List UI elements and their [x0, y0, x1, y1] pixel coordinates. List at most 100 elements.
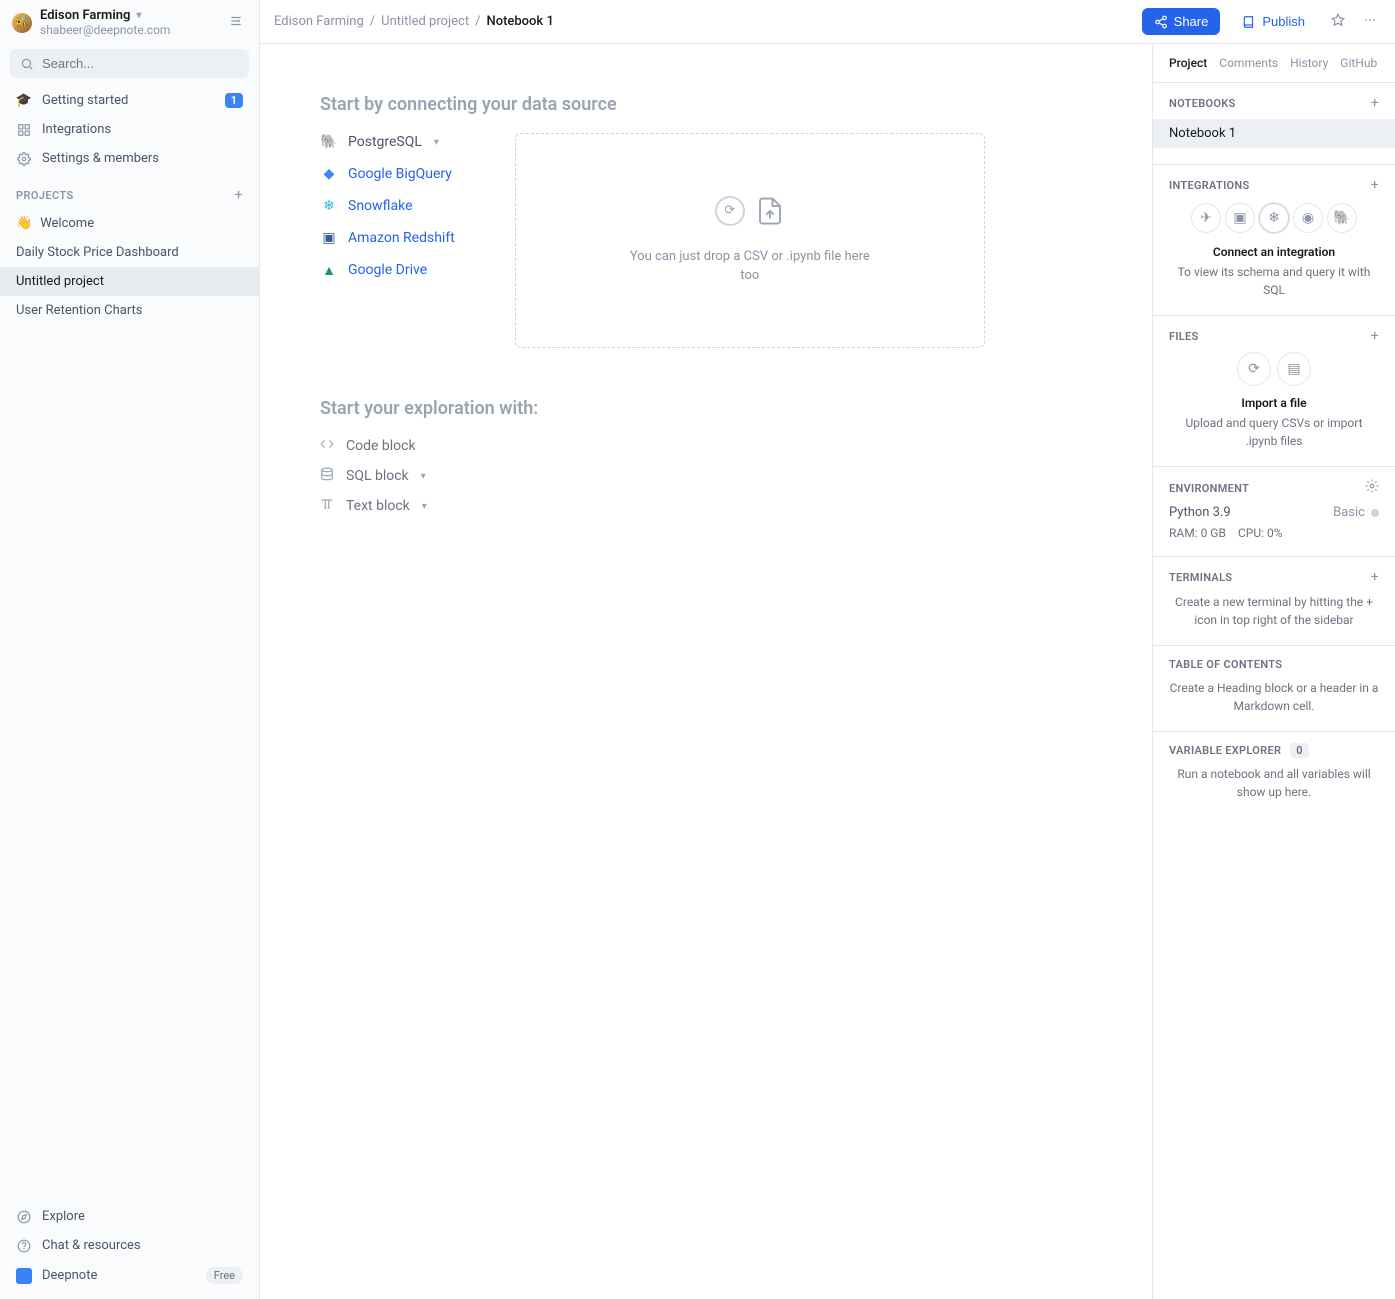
project-label: User Retention Charts: [16, 303, 143, 318]
right-sidebar: Project Comments History GitHub NOTEBOOK…: [1152, 44, 1395, 1299]
csv-file-icon[interactable]: ▤: [1277, 352, 1311, 386]
star-icon: [1331, 13, 1345, 27]
footer-label: Chat & resources: [42, 1238, 141, 1253]
search-icon: [20, 57, 34, 71]
tab-github[interactable]: GitHub: [1340, 56, 1377, 70]
panel-notebooks: NOTEBOOKS + Notebook 1: [1153, 83, 1395, 165]
integration-icon[interactable]: ◉: [1293, 203, 1323, 233]
tab-comments[interactable]: Comments: [1219, 56, 1278, 70]
publish-button[interactable]: Publish: [1230, 8, 1317, 35]
integration-icon[interactable]: ❄: [1259, 203, 1289, 233]
canvas: Start by connecting your data source 🐘 P…: [260, 44, 1152, 1299]
panel-title: NOTEBOOKS: [1169, 97, 1236, 110]
more-button[interactable]: [1359, 9, 1381, 35]
compass-icon: [16, 1210, 32, 1224]
chevron-down-icon: ▾: [421, 471, 426, 482]
topbar: Edison Farming / Untitled project / Note…: [260, 0, 1395, 44]
nav-integrations[interactable]: Integrations: [0, 115, 259, 144]
project-item-retention[interactable]: User Retention Charts: [0, 296, 259, 325]
panel-title: TABLE OF CONTENTS: [1169, 658, 1282, 671]
chevron-down-icon: ▾: [422, 501, 427, 512]
breadcrumb-notebook[interactable]: Notebook 1: [486, 14, 553, 29]
collapse-sidebar-button[interactable]: [225, 10, 247, 36]
file-upload-icon: [755, 196, 785, 233]
breadcrumb-project[interactable]: Untitled project: [381, 14, 469, 29]
breadcrumb: Edison Farming / Untitled project / Note…: [274, 14, 554, 29]
breadcrumb-workspace[interactable]: Edison Farming: [274, 14, 364, 29]
footer-explore[interactable]: Explore: [0, 1202, 259, 1231]
panel-files: FILES + ⟳ ▤ Import a file Upload and que…: [1153, 316, 1395, 467]
vars-count-badge: 0: [1290, 743, 1309, 758]
graduation-cap-icon: 🎓: [16, 93, 32, 108]
panel-title: TERMINALS: [1169, 571, 1232, 584]
footer-chat[interactable]: Chat & resources: [0, 1231, 259, 1260]
integration-icon[interactable]: 🐘: [1327, 203, 1357, 233]
panel-title: ENVIRONMENT: [1169, 482, 1249, 495]
panel-title: FILES: [1169, 330, 1199, 343]
add-notebook-button[interactable]: +: [1371, 95, 1379, 111]
datasource-bigquery[interactable]: ◆ Google BigQuery: [320, 165, 455, 183]
book-icon: [1242, 15, 1256, 29]
nav-settings[interactable]: Settings & members: [0, 144, 259, 173]
env-python: Python 3.9: [1169, 505, 1231, 520]
jupyter-file-icon[interactable]: ⟳: [1237, 352, 1271, 386]
dots-icon: [1363, 13, 1377, 27]
datasource-snowflake[interactable]: ❄ Snowflake: [320, 197, 455, 215]
snowflake-icon: ❄: [320, 197, 338, 215]
share-button[interactable]: Share: [1142, 8, 1221, 35]
integration-icon[interactable]: ▣: [1225, 203, 1255, 233]
explore-heading: Start your exploration with:: [320, 398, 1092, 419]
database-icon: [320, 467, 336, 485]
panel-variables: VARIABLE EXPLORER 0 Run a notebook and a…: [1153, 732, 1395, 817]
chevron-down-icon: ▾: [136, 10, 141, 21]
env-settings-button[interactable]: [1365, 479, 1379, 497]
datasource-postgres[interactable]: 🐘 PostgreSQL ▾: [320, 133, 455, 151]
plan-badge: Free: [206, 1267, 243, 1284]
datasource-drive[interactable]: ▲ Google Drive: [320, 261, 455, 279]
redshift-icon: ▣: [320, 229, 338, 247]
integration-icons: ✈ ▣ ❄ ◉ 🐘: [1169, 203, 1379, 233]
deepnote-icon: [16, 1268, 32, 1284]
toc-desc: Create a Heading block or a header in a …: [1169, 679, 1379, 715]
gear-icon: [16, 152, 32, 166]
tab-history[interactable]: History: [1290, 56, 1328, 70]
nav-getting-started[interactable]: 🎓 Getting started 1: [0, 86, 259, 115]
star-button[interactable]: [1327, 9, 1349, 35]
datasource-redshift[interactable]: ▣ Amazon Redshift: [320, 229, 455, 247]
left-sidebar: 🐝 Edison Farming ▾ shabeer@deepnote.com …: [0, 0, 260, 1299]
files-title: Import a file: [1169, 396, 1379, 410]
block-text[interactable]: Text block ▾: [320, 497, 1092, 515]
block-sql[interactable]: SQL block ▾: [320, 467, 1092, 485]
notebook-item[interactable]: Notebook 1: [1153, 119, 1395, 148]
add-project-button[interactable]: +: [235, 187, 243, 203]
panel-terminals: TERMINALS + Create a new terminal by hit…: [1153, 557, 1395, 646]
integration-icon[interactable]: ✈: [1191, 203, 1221, 233]
project-item-dashboard[interactable]: Daily Stock Price Dashboard: [0, 238, 259, 267]
grid-icon: [16, 123, 32, 137]
block-code[interactable]: Code block: [320, 437, 1092, 455]
files-desc: Upload and query CSVs or import .ipynb f…: [1169, 414, 1379, 450]
text-icon: [320, 497, 336, 515]
gear-icon: [1365, 479, 1379, 493]
footer-deepnote[interactable]: Deepnote Free: [0, 1260, 259, 1291]
footer-label: Deepnote: [42, 1268, 97, 1283]
add-file-button[interactable]: +: [1371, 328, 1379, 344]
project-item-welcome[interactable]: Welcome: [0, 209, 259, 238]
project-label: Daily Stock Price Dashboard: [16, 245, 179, 260]
add-terminal-button[interactable]: +: [1371, 569, 1379, 585]
search-input[interactable]: [10, 49, 249, 78]
panel-integrations: INTEGRATIONS + ✈ ▣ ❄ ◉ 🐘 Connect an inte…: [1153, 165, 1395, 316]
tab-project[interactable]: Project: [1169, 56, 1207, 70]
file-dropzone[interactable]: ⟳ You can just drop a CSV or .ipynb file…: [515, 133, 985, 348]
project-item-untitled[interactable]: Untitled project: [0, 267, 259, 296]
panel-title: VARIABLE EXPLORER 0: [1169, 744, 1309, 757]
project-label: Welcome: [40, 216, 94, 231]
add-integration-button[interactable]: +: [1371, 177, 1379, 193]
workspace-header[interactable]: 🐝 Edison Farming ▾ shabeer@deepnote.com: [0, 0, 259, 45]
postgres-icon: 🐘: [320, 133, 338, 151]
panel-environment: ENVIRONMENT Python 3.9 Basic RAM: 0: [1153, 467, 1395, 557]
integrations-title: Connect an integration: [1169, 245, 1379, 259]
nav-label: Settings & members: [42, 151, 159, 166]
workspace-email: shabeer@deepnote.com: [40, 23, 217, 37]
nav-label: Integrations: [42, 122, 111, 137]
